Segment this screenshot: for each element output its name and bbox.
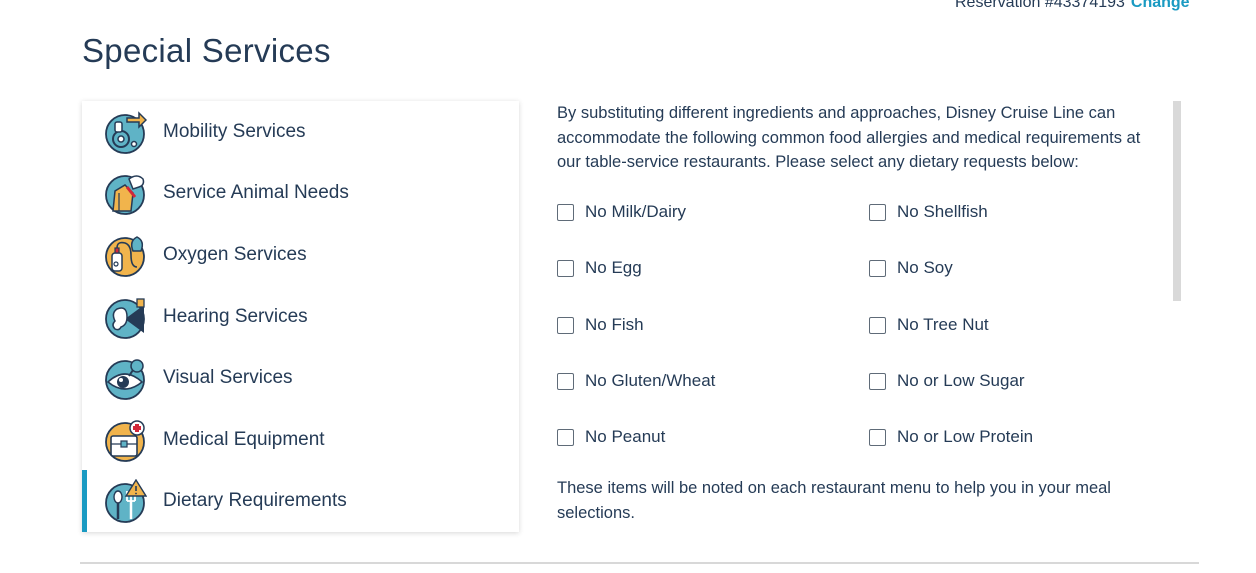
eye-icon	[105, 359, 145, 400]
services-sidebar: Mobility Services Service Animal Needs O…	[82, 101, 519, 532]
sidebar-item-label: Oxygen Services	[163, 244, 307, 265]
checkbox-no-gluten-wheat[interactable]: No Gluten/Wheat	[557, 371, 715, 391]
checkbox-label: No Milk/Dairy	[585, 202, 687, 221]
sidebar-item-service-animal[interactable]: Service Animal Needs	[82, 164, 519, 222]
checkbox[interactable]	[557, 316, 574, 334]
page-title: Special Services	[82, 32, 331, 69]
sidebar-item-dietary[interactable]: Dietary Requirements	[82, 470, 519, 532]
sidebar-item-oxygen[interactable]: Oxygen Services	[82, 226, 519, 284]
checkbox-no-soy[interactable]: No Soy	[869, 258, 953, 278]
checkbox-label: No or Low Protein	[897, 427, 1034, 446]
sidebar-item-label: Hearing Services	[163, 306, 308, 327]
sidebar-item-medical-equipment[interactable]: Medical Equipment	[82, 411, 519, 469]
checkbox-no-low-protein[interactable]: No or Low Protein	[869, 427, 1033, 447]
checkbox-label: No Tree Nut	[897, 315, 989, 334]
sidebar-item-label: Visual Services	[163, 367, 293, 388]
checkbox-no-fish[interactable]: No Fish	[557, 315, 644, 335]
checkbox[interactable]	[869, 316, 886, 334]
reservation-info: Reservation #43374193 Change	[955, 0, 1190, 12]
checkbox-no-shellfish[interactable]: No Shellfish	[869, 202, 988, 222]
utensils-warning-icon	[105, 479, 147, 523]
sidebar-item-label: Dietary Requirements	[163, 490, 347, 511]
service-dog-icon	[105, 175, 145, 215]
checkbox-no-peanut[interactable]: No Peanut	[557, 427, 665, 447]
checkbox[interactable]	[869, 259, 886, 277]
checkbox-no-tree-nut[interactable]: No Tree Nut	[869, 315, 989, 335]
dietary-footer-note: These items will be noted on each restau…	[557, 479, 1111, 522]
checkbox-label: No Gluten/Wheat	[585, 371, 716, 390]
checkbox[interactable]	[557, 203, 574, 221]
sidebar-item-hearing[interactable]: Hearing Services	[82, 288, 519, 346]
checkbox-no-egg[interactable]: No Egg	[557, 258, 642, 278]
wheelchair-icon	[105, 111, 147, 154]
checkbox[interactable]	[869, 372, 886, 390]
checkbox[interactable]	[557, 428, 574, 446]
checkbox[interactable]	[869, 428, 886, 446]
checkbox-label: No Egg	[585, 258, 642, 277]
checkbox[interactable]	[557, 259, 574, 277]
sidebar-item-visual[interactable]: Visual Services	[82, 349, 519, 407]
checkbox-label: No Peanut	[585, 427, 666, 446]
checkbox-label: No Soy	[897, 258, 953, 277]
sidebar-item-label: Service Animal Needs	[163, 182, 349, 203]
checkbox-label: No Fish	[585, 315, 644, 334]
ear-icon	[105, 298, 145, 339]
checkbox[interactable]	[869, 203, 886, 221]
dietary-intro-text: By substituting different ingredients an…	[557, 104, 1141, 171]
divider	[80, 562, 1199, 564]
reservation-number: Reservation #43374193	[955, 0, 1125, 11]
sidebar-item-label: Mobility Services	[163, 121, 306, 142]
sidebar-item-label: Medical Equipment	[163, 429, 325, 450]
checkbox-no-low-sugar[interactable]: No or Low Sugar	[869, 371, 1025, 391]
checkbox-label: No or Low Sugar	[897, 371, 1025, 390]
scrollbar[interactable]	[1173, 101, 1181, 301]
oxygen-tank-icon	[105, 236, 145, 277]
checkbox-label: No Shellfish	[897, 202, 988, 221]
sidebar-item-mobility[interactable]: Mobility Services	[82, 103, 519, 161]
checkbox[interactable]	[557, 372, 574, 390]
medical-kit-icon	[105, 420, 145, 462]
change-reservation-link[interactable]: Change	[1131, 0, 1190, 11]
checkbox-no-milk-dairy[interactable]: No Milk/Dairy	[557, 202, 686, 222]
